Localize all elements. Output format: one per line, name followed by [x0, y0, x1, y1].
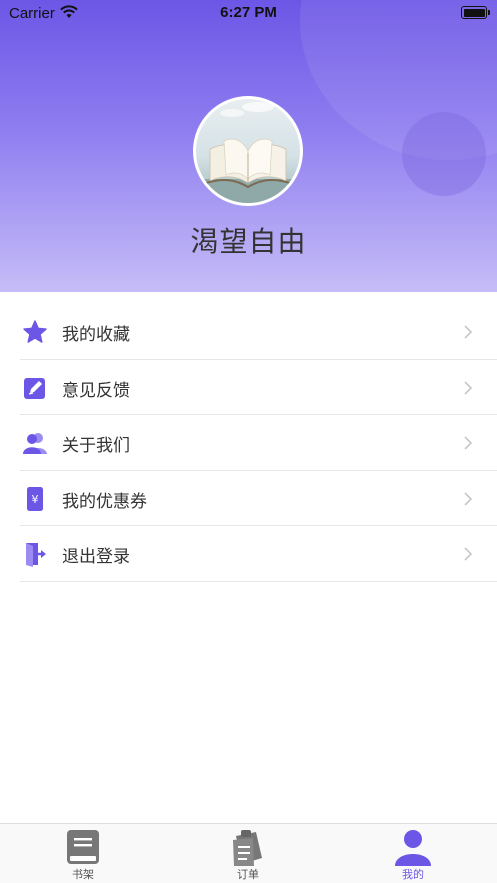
profile-header: Carrier 6:27 PM 渴望自由 — [0, 0, 497, 292]
menu-item-label: 意见反馈 — [62, 380, 130, 401]
menu-item-label: 关于我们 — [62, 436, 130, 456]
tab-bar: 书架 订单 我的 — [0, 823, 497, 883]
username: 渴望自由 — [190, 225, 307, 258]
chevron-right-icon — [464, 547, 473, 561]
profile-icon — [395, 830, 431, 866]
chevron-right-icon — [464, 325, 473, 339]
menu-item-about-us[interactable]: 关于我们 — [20, 415, 497, 471]
order-icon — [233, 830, 262, 866]
users-icon — [23, 433, 47, 454]
menu-item-coupons[interactable]: ¥ 我的优惠券 — [20, 471, 497, 526]
chevron-right-icon — [464, 436, 473, 450]
bookshelf-icon — [67, 830, 99, 864]
svg-text:¥: ¥ — [32, 493, 39, 506]
header-decoration-circle — [402, 112, 486, 196]
edit-icon — [24, 377, 45, 399]
star-icon — [23, 320, 47, 343]
menu-item-label: 我的优惠券 — [62, 491, 147, 512]
menu-item-favorites[interactable]: 我的收藏 — [20, 304, 497, 360]
tab-orders[interactable]: 订单 — [198, 824, 298, 883]
tab-bookshelf[interactable]: 书架 — [33, 824, 133, 883]
menu-item-label: 退出登录 — [62, 547, 130, 567]
avatar[interactable] — [193, 96, 303, 206]
tab-profile[interactable]: 我的 — [363, 824, 463, 883]
logout-icon — [26, 543, 46, 567]
chevron-right-icon — [464, 380, 473, 395]
tab-label: 我的 — [402, 868, 424, 881]
status-bar: Carrier 6:27 PM — [0, 0, 497, 26]
tab-label: 书架 — [72, 868, 94, 881]
clock: 6:27 PM — [220, 4, 277, 21]
battery-icon — [461, 6, 490, 19]
open-book-image — [196, 102, 300, 203]
coupon-icon: ¥ — [27, 486, 43, 511]
menu-item-feedback[interactable]: 意见反馈 — [20, 360, 497, 415]
menu-item-label: 我的收藏 — [62, 325, 130, 345]
chevron-right-icon — [464, 491, 473, 506]
settings-menu: 我的收藏 意见反馈 关于我们 ¥ 我的优惠券 退出登录 — [20, 304, 497, 582]
menu-item-logout[interactable]: 退出登录 — [20, 526, 497, 582]
tab-label: 订单 — [237, 868, 259, 881]
